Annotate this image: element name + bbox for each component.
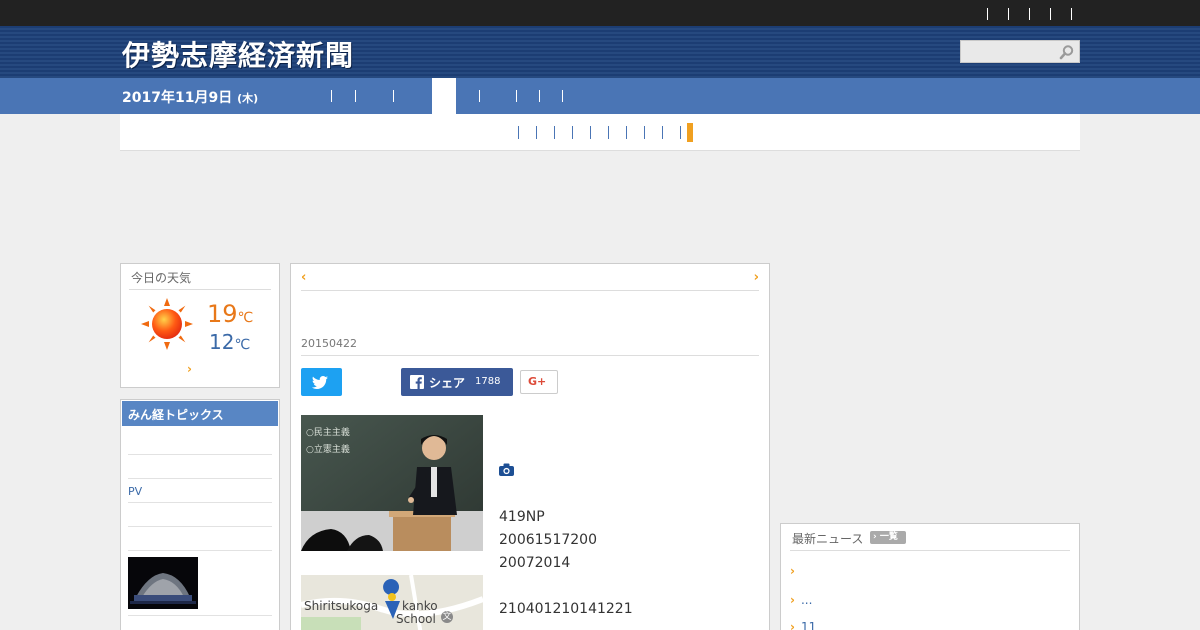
search-box [960, 40, 1080, 64]
camera-icon[interactable] [499, 463, 514, 476]
top-link-3[interactable] [1029, 8, 1030, 20]
map-school-icon: 文 [441, 611, 453, 623]
article-text-line: 210401210141221 [499, 601, 633, 617]
latest-news: 最新ニュース › 一覧 › ›... › 11 [780, 523, 1080, 630]
map-label: Shiritsukoga [304, 599, 379, 613]
date-text: 2017年11月9日 [122, 90, 233, 106]
divider [301, 355, 759, 356]
divider [128, 478, 272, 479]
google-plus-button[interactable]: G+ [520, 370, 558, 394]
facebook-icon [410, 375, 424, 389]
sub-nav-item-6[interactable] [608, 126, 609, 139]
facebook-share-label: シェア [429, 376, 466, 390]
google-plus-icon: G+ [528, 375, 547, 388]
nav-item-6[interactable] [516, 90, 517, 102]
divider [128, 526, 272, 527]
twitter-icon [311, 376, 328, 389]
chevron-right-icon: › [790, 564, 795, 578]
temp-low: 12℃ [209, 330, 250, 354]
minkei-topics: みん経トピックス PV [120, 399, 280, 630]
map-label: School [396, 612, 436, 626]
date-weekday: (木) [237, 92, 259, 105]
news-item-title: ... [800, 593, 813, 607]
sub-nav-item-1[interactable] [518, 126, 519, 139]
top-link-1[interactable] [987, 8, 988, 20]
divider [128, 502, 272, 503]
article-text-line: 20061517200 [499, 532, 597, 548]
sub-nav-item-4[interactable] [572, 126, 573, 139]
article-date: 20150422 [301, 337, 357, 350]
temp-unit: ℃ [237, 310, 254, 326]
nav-item-7[interactable] [539, 90, 540, 102]
top-bar [0, 0, 1200, 26]
nav-item-active[interactable] [432, 78, 456, 114]
nav-item-8[interactable] [562, 90, 563, 102]
weather-widget: 今日の天気 19℃ 12℃ › [120, 263, 280, 388]
temp-unit: ℃ [234, 337, 251, 353]
sub-nav-item-10[interactable] [680, 126, 681, 139]
chevron-right-icon: › [790, 620, 795, 630]
news-item-title: 11 [800, 620, 817, 630]
temp-low-value: 12 [209, 330, 235, 354]
news-item[interactable]: › [790, 564, 801, 578]
minkei-title: みん経トピックス [122, 401, 278, 426]
nav-item-3[interactable] [393, 90, 394, 102]
divider [301, 290, 759, 291]
divider [128, 454, 272, 455]
nav-item-5[interactable] [479, 90, 480, 102]
topic-thumbnail[interactable] [128, 557, 198, 609]
news-item[interactable]: › 11 [790, 620, 816, 630]
sub-nav-item-3[interactable] [554, 126, 555, 139]
sun-icon [141, 298, 193, 350]
twitter-share-button[interactable] [301, 368, 342, 396]
top-link-2[interactable] [1008, 8, 1009, 20]
weather-more-link[interactable]: › [187, 362, 192, 376]
divider [790, 550, 1070, 551]
divider [129, 289, 271, 290]
divider [128, 615, 272, 616]
thumbnail-image [128, 557, 198, 609]
news-item[interactable]: ›... [790, 593, 812, 607]
sub-nav-item-9[interactable] [662, 126, 663, 139]
temp-high-value: 19 [207, 300, 238, 328]
main-nav: 2017年11月9日 (木) [0, 78, 1200, 114]
article-text-line: 419NP [499, 509, 545, 525]
divider [128, 550, 272, 551]
article: ‹ › 20150422 シェア 1788 G+ ○民主主義 ○立憲主義 Shi… [290, 263, 770, 630]
top-link-5[interactable] [1071, 8, 1072, 20]
chevron-right-icon: › [790, 593, 795, 607]
sub-nav-item-8[interactable] [644, 126, 645, 139]
facebook-share-count: 1788 [475, 376, 501, 387]
top-links [967, 8, 1072, 20]
article-text-line: 20072014 [499, 555, 571, 571]
sub-nav-item-active[interactable] [687, 123, 693, 142]
latest-news-title: 最新ニュース [792, 532, 864, 546]
next-article-arrow[interactable]: › [754, 270, 759, 285]
sub-nav-item-7[interactable] [626, 126, 627, 139]
weather-title: 今日の天気 [131, 271, 192, 285]
search-input[interactable] [961, 42, 1057, 64]
masthead: 伊勢志摩経済新聞 [0, 26, 1200, 78]
sub-nav [120, 114, 1080, 151]
sub-nav-item-5[interactable] [590, 126, 591, 139]
prev-article-arrow[interactable]: ‹ [301, 270, 306, 285]
search-icon[interactable] [1059, 44, 1075, 60]
nav-item-1[interactable] [331, 90, 332, 102]
facebook-share-button[interactable]: シェア 1788 [401, 368, 513, 396]
nav-item-2[interactable] [355, 90, 356, 102]
temp-high: 19℃ [207, 300, 253, 328]
map-label: kanko [402, 599, 438, 613]
current-date: 2017年11月9日 (木) [122, 87, 258, 107]
topic-item[interactable]: PV [128, 485, 142, 498]
top-link-4[interactable] [1050, 8, 1051, 20]
photo-blackboard-text: ○民主主義 ○立憲主義 [306, 428, 350, 455]
site-logo[interactable]: 伊勢志摩経済新聞 [122, 34, 354, 74]
news-list-button[interactable]: › 一覧 [870, 531, 906, 544]
article-photo[interactable]: ○民主主義 ○立憲主義 [301, 415, 483, 551]
location-map[interactable]: Shiritsukoga kanko School 文 [301, 575, 483, 630]
sub-nav-item-2[interactable] [536, 126, 537, 139]
news-list-label: 一覧 [879, 532, 898, 542]
